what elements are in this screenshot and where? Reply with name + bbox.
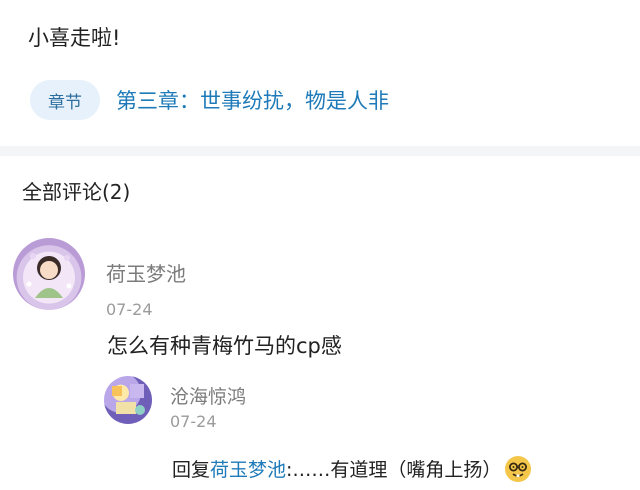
reply-target-link[interactable]: 荷玉梦池 (210, 455, 286, 482)
comment-page: 小喜走啦! 章节 第三章：世事纷扰，物是人非 全部评论(2) 荷玉梦池 07-2… (0, 0, 640, 490)
comment-author[interactable]: 荷玉梦池 (106, 258, 186, 287)
commenter-avatar-image (26, 253, 72, 298)
nerd-face-icon (505, 455, 532, 482)
replier-avatar-image (112, 384, 145, 415)
replier-avatar[interactable] (104, 376, 152, 424)
comments-header: 全部评论(2) (22, 180, 131, 204)
post-text: 小喜走啦! (28, 26, 121, 50)
reply-content: 回复 荷玉梦池 :……有道理（嘴角上扬） (172, 455, 532, 482)
section-divider (0, 146, 640, 156)
reply-author[interactable]: 沧海惊鸿 (170, 382, 246, 409)
reply-prefix: 回复 (172, 459, 211, 481)
reply-date: 07-24 (170, 412, 217, 431)
chapter-title[interactable]: 第三章：世事纷扰，物是人非 (116, 85, 389, 115)
chapter-link[interactable]: 章节 第三章：世事纷扰，物是人非 (30, 80, 389, 120)
commenter-avatar[interactable] (13, 238, 85, 310)
comment-date: 07-24 (106, 300, 153, 319)
comment-text: 怎么有种青梅竹马的cp感 (107, 334, 342, 358)
reply-text: :……有道理（嘴角上扬） (286, 459, 502, 481)
chapter-badge: 章节 (30, 80, 100, 120)
